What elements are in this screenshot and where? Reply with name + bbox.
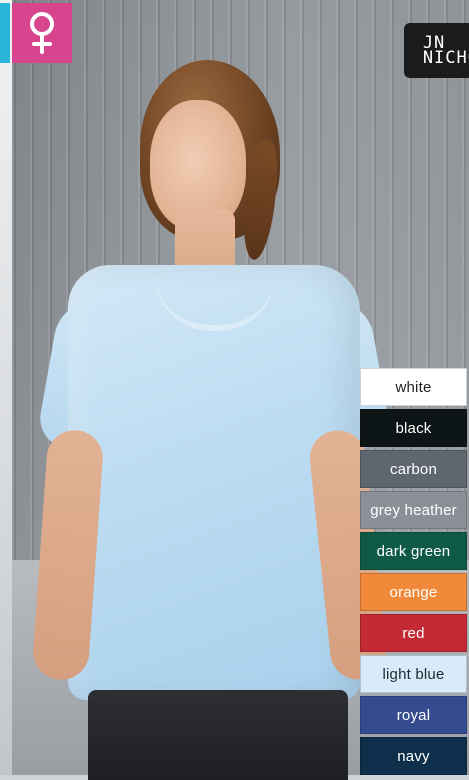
swatch-royal[interactable]: royal bbox=[360, 696, 467, 734]
swatch-label: black bbox=[395, 419, 432, 437]
brand-logo: JN NICHO bbox=[404, 23, 469, 78]
swatch-label: orange bbox=[389, 583, 438, 601]
swatch-label: navy bbox=[397, 747, 430, 765]
swatch-label: white bbox=[395, 378, 432, 396]
gender-badge bbox=[12, 3, 72, 63]
swatch-label: red bbox=[402, 624, 425, 642]
swatch-carbon[interactable]: carbon bbox=[360, 450, 467, 488]
swatch-red[interactable]: red bbox=[360, 614, 467, 652]
brand-logo-text: JN NICHO bbox=[422, 32, 469, 68]
swatch-label: light blue bbox=[382, 665, 445, 683]
color-swatches: white black carbon grey heather dark gre… bbox=[360, 368, 469, 778]
swatch-label: grey heather bbox=[370, 501, 457, 519]
swatch-grey-heather[interactable]: grey heather bbox=[360, 491, 467, 529]
swatch-white[interactable]: white bbox=[360, 368, 467, 406]
swatch-black[interactable]: black bbox=[360, 409, 467, 447]
swatch-light-blue[interactable]: light blue bbox=[360, 655, 467, 693]
swatch-label: dark green bbox=[376, 542, 451, 560]
swatch-dark-green[interactable]: dark green bbox=[360, 532, 467, 570]
female-icon bbox=[30, 12, 54, 54]
pants bbox=[88, 690, 348, 780]
swatch-label: royal bbox=[396, 706, 431, 724]
swatch-label: carbon bbox=[389, 460, 438, 478]
swatch-orange[interactable]: orange bbox=[360, 573, 467, 611]
swatch-navy[interactable]: navy bbox=[360, 737, 467, 775]
category-tab bbox=[0, 3, 10, 63]
